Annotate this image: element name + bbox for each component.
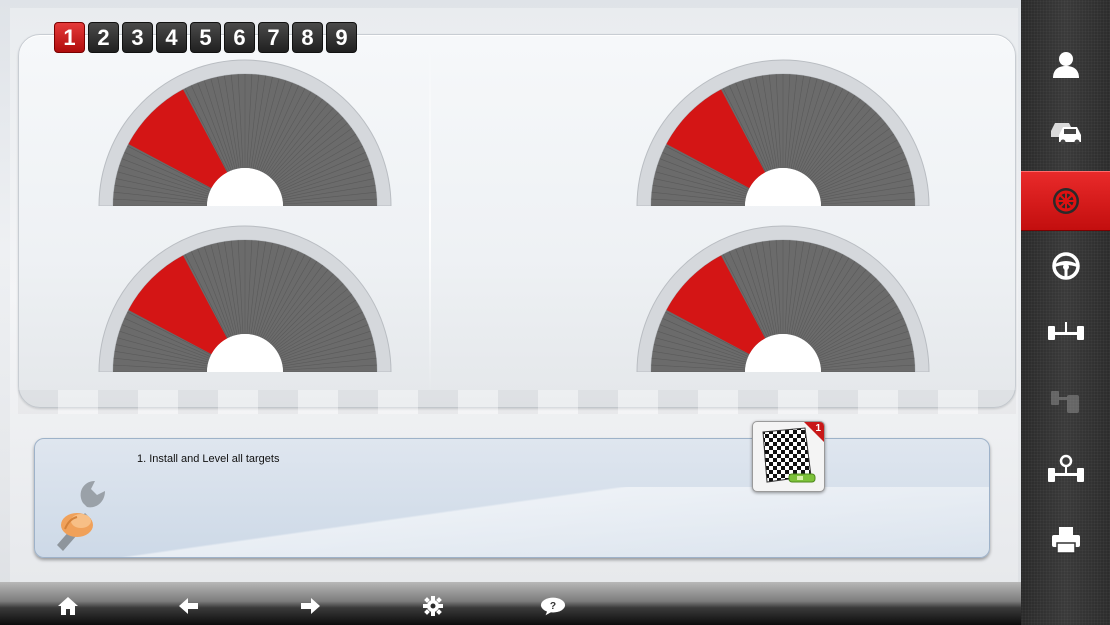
step-tab-9[interactable]: 9	[326, 22, 357, 53]
bottom-nav-bar: ?	[0, 582, 1021, 625]
sidebar-item-print[interactable]	[1021, 510, 1110, 570]
sidebar-item-customer[interactable]	[1021, 34, 1110, 94]
instruction-text: 1. Install and Level all targets	[137, 453, 280, 465]
sidebar-item-vehicle[interactable]	[1021, 102, 1110, 162]
instruction-box: 1. Install and Level all targets	[34, 438, 990, 558]
svg-text:?: ?	[550, 601, 556, 612]
target-button[interactable]: 1	[752, 421, 825, 492]
axle-measurement-icon	[1047, 322, 1084, 340]
sidebar-item-lift[interactable]	[1021, 370, 1110, 430]
wheel-runout-icon	[1052, 188, 1079, 214]
gauge-dial	[636, 59, 930, 206]
checkerboard-target-icon	[762, 427, 816, 483]
gauge-dial	[98, 59, 392, 206]
sidebar-item-steering[interactable]	[1021, 236, 1110, 296]
gauge-rear-left	[95, 222, 395, 372]
step-tab-5[interactable]: 5	[190, 22, 221, 53]
gauge-dial	[98, 225, 392, 372]
steering-wheel-icon	[1051, 252, 1080, 280]
step-tab-3[interactable]: 3	[122, 22, 153, 53]
sidebar-item-axle[interactable]	[1021, 301, 1110, 361]
step-tab-1[interactable]: 1	[54, 22, 85, 53]
wrench-hand-icon	[47, 473, 127, 557]
gauge-rear-right	[633, 222, 933, 372]
home-icon[interactable]	[55, 594, 81, 618]
adjustment-icon	[1047, 454, 1084, 482]
sidebar-item-adjustment[interactable]	[1021, 439, 1110, 499]
sidebar-item-wheel-runout[interactable]	[1021, 171, 1110, 231]
vehicle-icon	[1050, 123, 1081, 145]
settings-gear-icon[interactable]	[420, 594, 446, 618]
lift-icon	[1050, 391, 1079, 413]
back-arrow-icon[interactable]	[176, 594, 202, 618]
step-tab-2[interactable]: 2	[88, 22, 119, 53]
step-tab-7[interactable]: 7	[258, 22, 289, 53]
help-icon[interactable]: ?	[540, 594, 566, 618]
floor-reflection	[18, 390, 1016, 414]
gauge-front-left	[95, 56, 395, 206]
step-tabs: 1 2 3 4 5 6 7 8 9	[54, 22, 357, 53]
gauge-front-right	[633, 56, 933, 206]
gauge-dial	[636, 225, 930, 372]
step-tab-8[interactable]: 8	[292, 22, 323, 53]
step-tab-4[interactable]: 4	[156, 22, 187, 53]
panel-divider	[429, 43, 431, 393]
right-sidebar	[1021, 0, 1110, 625]
customer-icon	[1052, 52, 1079, 78]
print-icon	[1051, 527, 1080, 554]
info-sheen	[35, 487, 989, 557]
step-tab-6[interactable]: 6	[224, 22, 255, 53]
forward-arrow-icon[interactable]	[297, 594, 323, 618]
